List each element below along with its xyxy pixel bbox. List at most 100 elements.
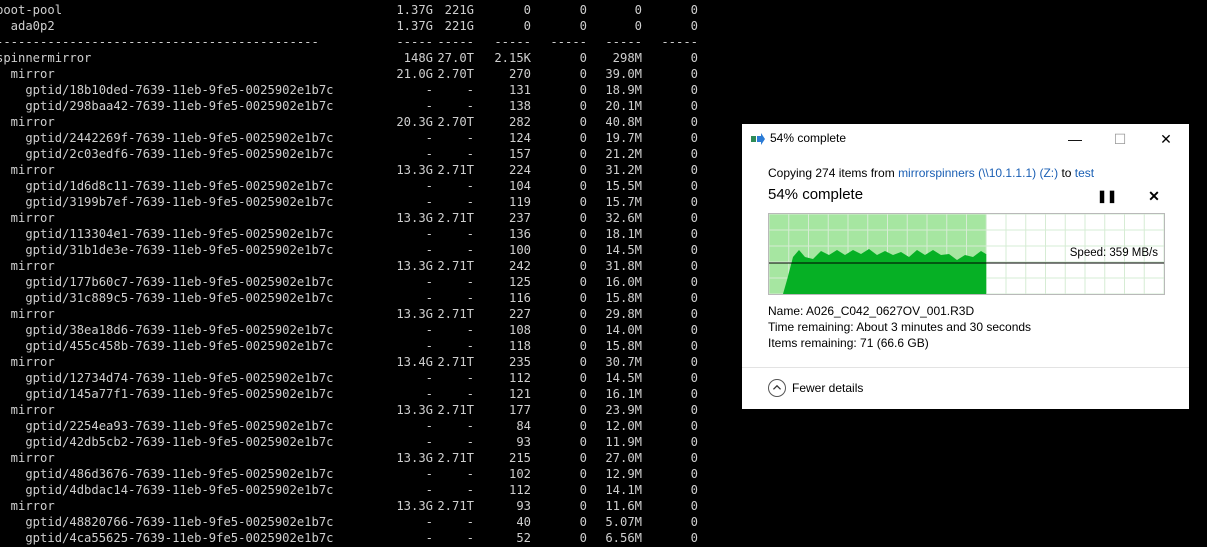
iostat-ops-r: 282 bbox=[508, 115, 531, 129]
iostat-alloc: 13.3G bbox=[396, 211, 433, 225]
iostat-ops-w: 0 bbox=[579, 147, 587, 161]
iostat-device-name: mirror bbox=[0, 403, 55, 417]
iostat-device-name: gptid/42db5cb2-7639-11eb-9fe5-0025902e1b… bbox=[0, 435, 334, 449]
iostat-row: ----------------------------------------… bbox=[0, 34, 740, 50]
iostat-free: 2.71T bbox=[437, 211, 474, 225]
iostat-ops-w: 0 bbox=[579, 67, 587, 81]
copy-arrow-icon bbox=[751, 133, 765, 145]
iostat-device-name: boot-pool bbox=[0, 3, 63, 17]
iostat-row: gptid/4ca55625-7639-11eb-9fe5-0025902e1b… bbox=[0, 530, 740, 546]
iostat-device-name: gptid/3199b7ef-7639-11eb-9fe5-0025902e1b… bbox=[0, 195, 334, 209]
maximize-button[interactable]: ☐ bbox=[1097, 124, 1143, 154]
details-divider bbox=[742, 367, 1189, 368]
close-button[interactable]: ✕ bbox=[1143, 124, 1189, 154]
iostat-alloc: - bbox=[425, 243, 433, 257]
iostat-alloc: - bbox=[425, 323, 433, 337]
iostat-row: gptid/42db5cb2-7639-11eb-9fe5-0025902e1b… bbox=[0, 434, 740, 450]
iostat-bw-r: 32.6M bbox=[605, 211, 642, 225]
iostat-free: - bbox=[466, 83, 474, 97]
iostat-device-name: gptid/145a77f1-7639-11eb-9fe5-0025902e1b… bbox=[0, 387, 334, 401]
iostat-ops-w: 0 bbox=[579, 3, 587, 17]
iostat-bw-w: 0 bbox=[690, 451, 698, 465]
cancel-copy-button[interactable]: ✕ bbox=[1144, 186, 1164, 206]
iostat-row: mirror 13.3G 2.71T 237 0 32.6M 0 bbox=[0, 210, 740, 226]
iostat-bw-w: 0 bbox=[690, 403, 698, 417]
iostat-ops-r: 2.15K bbox=[494, 51, 531, 65]
iostat-bw-r: 23.9M bbox=[605, 403, 642, 417]
transfer-speed-graph: Speed: 359 MB/s bbox=[768, 213, 1165, 295]
iostat-free: 2.71T bbox=[437, 355, 474, 369]
destination-link[interactable]: test bbox=[1075, 166, 1094, 180]
iostat-ops-r: 215 bbox=[508, 451, 531, 465]
to-text: to bbox=[1058, 166, 1075, 180]
iostat-bw-r: 15.8M bbox=[605, 291, 642, 305]
iostat-alloc: 1.37G bbox=[396, 19, 433, 33]
pause-button[interactable]: ❚❚ bbox=[1097, 186, 1117, 206]
iostat-row: gptid/298baa42-7639-11eb-9fe5-0025902e1b… bbox=[0, 98, 740, 114]
iostat-row: gptid/18b10ded-7639-11eb-9fe5-0025902e1b… bbox=[0, 82, 740, 98]
iostat-alloc: - bbox=[425, 435, 433, 449]
iostat-ops-w: 0 bbox=[579, 403, 587, 417]
iostat-device-name: gptid/177b60c7-7639-11eb-9fe5-0025902e1b… bbox=[0, 275, 334, 289]
iostat-ops-w: 0 bbox=[579, 19, 587, 33]
iostat-bw-w: 0 bbox=[690, 3, 698, 17]
time-remaining-line: Time remaining: About 3 minutes and 30 s… bbox=[768, 320, 1032, 334]
iostat-bw-r: 14.1M bbox=[605, 483, 642, 497]
iostat-ops-r: 237 bbox=[508, 211, 531, 225]
iostat-bw-w: 0 bbox=[690, 467, 698, 481]
iostat-free: - bbox=[466, 531, 474, 545]
iostat-ops-r: 124 bbox=[508, 131, 531, 145]
iostat-ops-w: 0 bbox=[579, 323, 587, 337]
iostat-bw-w: 0 bbox=[690, 211, 698, 225]
iostat-alloc: - bbox=[425, 419, 433, 433]
iostat-ops-r: 177 bbox=[508, 403, 531, 417]
iostat-bw-r: 298M bbox=[612, 51, 642, 65]
chevron-up-icon[interactable] bbox=[768, 379, 786, 397]
iostat-device-name: mirror bbox=[0, 67, 55, 81]
source-link[interactable]: mirrorspinners (\\10.1.1.1) (Z:) bbox=[898, 166, 1058, 180]
iostat-ops-w: 0 bbox=[579, 195, 587, 209]
iostat-alloc: - bbox=[425, 339, 433, 353]
iostat-row: gptid/486d3676-7639-11eb-9fe5-0025902e1b… bbox=[0, 466, 740, 482]
iostat-bw-w: 0 bbox=[690, 371, 698, 385]
iostat-bw-w: 0 bbox=[690, 227, 698, 241]
iostat-ops-r: 104 bbox=[508, 179, 531, 193]
iostat-bw-r: 16.1M bbox=[605, 387, 642, 401]
items-remaining-line: Items remaining: 71 (66.6 GB) bbox=[768, 336, 929, 350]
title-bar[interactable]: 54% complete — ☐ ✕ bbox=[742, 124, 1189, 154]
minimize-button[interactable]: — bbox=[1052, 124, 1098, 154]
iostat-row: mirror 13.3G 2.71T 215 0 27.0M 0 bbox=[0, 450, 740, 466]
iostat-ops-r: 100 bbox=[508, 243, 531, 257]
fewer-details-button[interactable]: Fewer details bbox=[792, 381, 863, 395]
iostat-free: - bbox=[466, 387, 474, 401]
iostat-free: - bbox=[466, 323, 474, 337]
iostat-alloc: - bbox=[425, 195, 433, 209]
iostat-ops-w: 0 bbox=[579, 531, 587, 545]
iostat-alloc: 13.3G bbox=[396, 403, 433, 417]
iostat-alloc: 13.3G bbox=[396, 163, 433, 177]
iostat-ops-r: 0 bbox=[523, 3, 531, 17]
iostat-bw-w: 0 bbox=[690, 515, 698, 529]
iostat-ops-r: ----- bbox=[494, 35, 531, 49]
iostat-bw-w: 0 bbox=[690, 195, 698, 209]
iostat-row: gptid/38ea18d6-7639-11eb-9fe5-0025902e1b… bbox=[0, 322, 740, 338]
iostat-alloc: 13.3G bbox=[396, 451, 433, 465]
iostat-free: 221G bbox=[444, 19, 474, 33]
iostat-row: gptid/113304e1-7639-11eb-9fe5-0025902e1b… bbox=[0, 226, 740, 242]
iostat-bw-w: 0 bbox=[690, 179, 698, 193]
iostat-alloc: 148G bbox=[403, 51, 433, 65]
iostat-ops-r: 121 bbox=[508, 387, 531, 401]
iostat-free: - bbox=[466, 195, 474, 209]
iostat-row: mirror 13.3G 2.71T 242 0 31.8M 0 bbox=[0, 258, 740, 274]
iostat-ops-r: 93 bbox=[516, 435, 531, 449]
iostat-ops-w: 0 bbox=[579, 115, 587, 129]
iostat-ops-w: 0 bbox=[579, 275, 587, 289]
iostat-bw-w: 0 bbox=[690, 115, 698, 129]
iostat-free: 2.71T bbox=[437, 307, 474, 321]
iostat-ops-w: 0 bbox=[579, 307, 587, 321]
iostat-free: - bbox=[466, 227, 474, 241]
iostat-ops-r: 84 bbox=[516, 419, 531, 433]
iostat-bw-w: 0 bbox=[690, 99, 698, 113]
iostat-bw-r: 0 bbox=[634, 19, 642, 33]
iostat-alloc: - bbox=[425, 515, 433, 529]
